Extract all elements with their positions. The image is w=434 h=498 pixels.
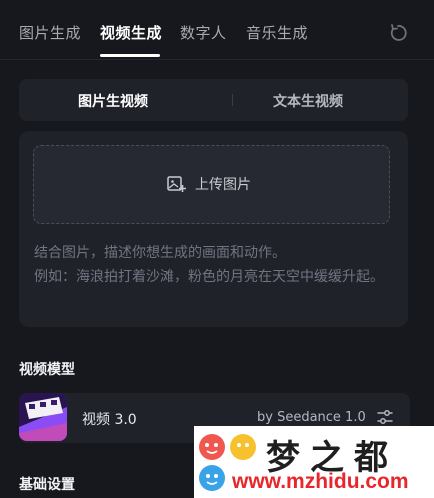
mode-text-to-video[interactable]: 文本生视频 bbox=[273, 91, 343, 111]
top-tab-bar: 图片生成 视频生成 数字人 音乐生成 bbox=[0, 0, 434, 60]
tab-digital-human[interactable]: 数字人 bbox=[180, 22, 227, 43]
tab-music-generation[interactable]: 音乐生成 bbox=[246, 22, 308, 43]
watermark: 梦之都 www.mzhidu.com bbox=[194, 426, 434, 498]
video-model-heading: 视频模型 bbox=[19, 362, 75, 378]
model-thumbnail-art bbox=[19, 393, 67, 441]
video-generation-panel: 图片生成 视频生成 数字人 音乐生成 图片生视频 文本生视频 上传图片 结合图片… bbox=[0, 0, 434, 498]
model-settings-icon[interactable] bbox=[376, 408, 394, 426]
prompt-card: 上传图片 结合图片，描述你想生成的画面和动作。 例如：海浪拍打着沙滩，粉色的月亮… bbox=[19, 131, 408, 327]
tab-image-generation[interactable]: 图片生成 bbox=[19, 22, 81, 43]
tab-video-generation[interactable]: 视频生成 bbox=[100, 22, 162, 43]
model-name: 视频 3.0 bbox=[82, 412, 137, 428]
watermark-url: www.mzhidu.com bbox=[232, 470, 409, 493]
upload-image-label: 上传图片 bbox=[195, 177, 251, 193]
basic-settings-heading: 基础设置 bbox=[19, 477, 75, 493]
mode-image-to-video[interactable]: 图片生视频 bbox=[78, 91, 148, 111]
upload-content: 上传图片 bbox=[166, 174, 251, 194]
reset-icon[interactable] bbox=[388, 23, 408, 43]
mode-switch: 图片生视频 文本生视频 bbox=[19, 79, 408, 121]
mode-divider bbox=[232, 94, 233, 106]
upload-image-dropzone[interactable]: 上传图片 bbox=[33, 145, 390, 224]
active-tab-indicator bbox=[100, 54, 160, 57]
image-upload-icon bbox=[167, 176, 186, 192]
prompt-input[interactable]: 结合图片，描述你想生成的画面和动作。 例如：海浪拍打着沙滩，粉色的月亮在天空中缓… bbox=[34, 241, 394, 289]
model-provider: by Seedance 1.0 bbox=[257, 410, 366, 425]
model-thumbnail bbox=[19, 393, 67, 441]
